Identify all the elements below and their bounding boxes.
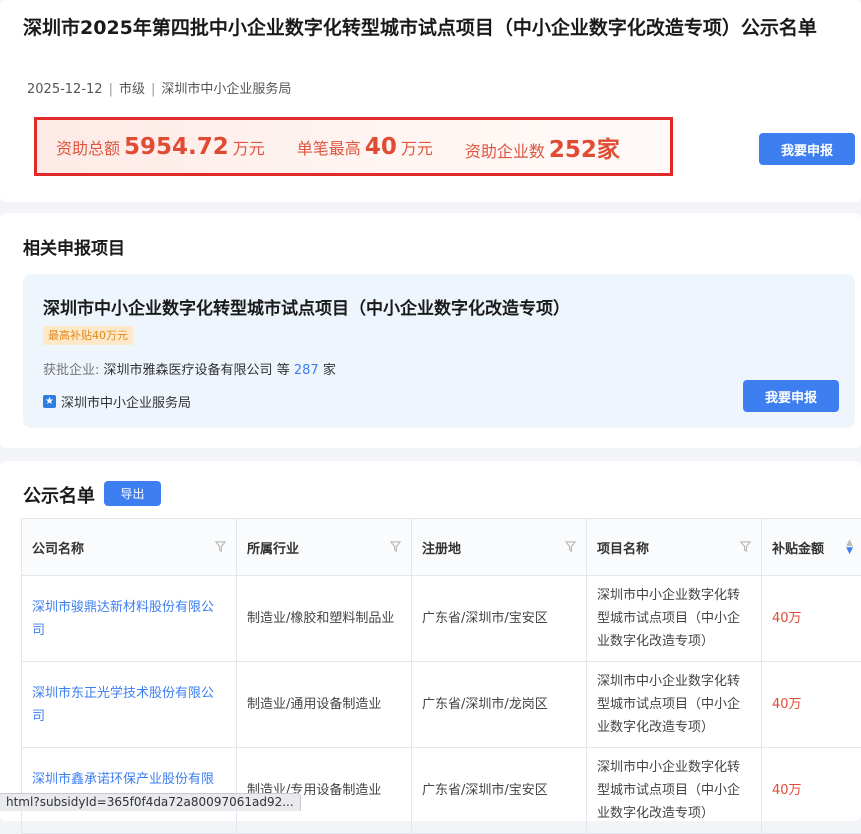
issuing-org: 深圳市中小企业服务局 (161, 82, 291, 97)
project-cell: 深圳市中小企业数字化转型城市试点项目（中小企业数字化改造专项） (587, 662, 762, 748)
filter-icon[interactable] (740, 541, 751, 552)
approved-companies: 获批企业: 深圳市雅森医疗设备有限公司 等 287 家 (43, 359, 336, 378)
column-amount[interactable]: 补贴金额 ▲▼ (762, 519, 861, 576)
related-project-card[interactable]: 深圳市中小企业数字化转型城市试点项目（中小企业数字化改造专项） 最高补贴40万元… (23, 274, 855, 428)
filter-icon[interactable] (215, 541, 226, 552)
max-subsidy-tag: 最高补贴40万元 (43, 326, 133, 345)
filter-icon[interactable] (390, 541, 401, 552)
column-location[interactable]: 注册地 (412, 519, 587, 576)
project-name[interactable]: 深圳市中小企业数字化转型城市试点项目（中小企业数字化改造专项） (43, 294, 570, 319)
location-cell: 广东省/深圳市/龙岗区 (412, 662, 587, 748)
project-cell: 深圳市中小企业数字化转型城市试点项目（中小企业数字化改造专项） (587, 576, 762, 662)
table-row: 深圳市骏鼎达新材料股份有限公司 制造业/橡胶和塑料制品业 广东省/深圳市/宝安区… (22, 576, 861, 662)
export-button[interactable]: 导出 (104, 481, 161, 506)
project-cell: 深圳市中小企业数字化转型城市试点项目（中小企业数字化改造专项） (587, 748, 762, 834)
policy-level: 市级 (119, 82, 145, 97)
table-header-row: 公司名称 所属行业 注册地 项目名称 补贴金额 ▲▼ (22, 519, 861, 576)
stat-company-count: 资助企业数 252家 (465, 130, 624, 164)
publish-date: 2025-12-12 (27, 82, 103, 97)
amount-cell: 40万 (762, 576, 861, 662)
project-apply-button[interactable]: 我要申报 (743, 380, 839, 412)
publication-table: 公司名称 所属行业 注册地 项目名称 补贴金额 ▲▼ 深圳市骏鼎达新材料股份有限… (21, 518, 861, 834)
filter-icon[interactable] (565, 541, 576, 552)
list-section-title: 公示名单 (23, 482, 95, 508)
location-cell: 广东省/深圳市/宝安区 (412, 748, 587, 834)
industry-cell: 制造业/橡胶和塑料制品业 (237, 576, 412, 662)
page-title: 深圳市2025年第四批中小企业数字化转型城市试点项目（中小企业数字化改造专项）公… (23, 16, 851, 41)
project-org: ★ 深圳市中小企业服务局 (43, 392, 191, 411)
company-link[interactable]: 深圳市骏鼎达新材料股份有限公司 (22, 576, 237, 662)
table-row: 深圳市鑫承诺环保产业股份有限公司 制造业/专用设备制造业 广东省/深圳市/宝安区… (22, 748, 861, 834)
amount-cell: 40万 (762, 662, 861, 748)
policy-meta: 2025-12-12|市级|深圳市中小企业服务局 (27, 78, 291, 97)
table-row: 深圳市东正光学技术股份有限公司 制造业/通用设备制造业 广东省/深圳市/龙岗区 … (22, 662, 861, 748)
column-project[interactable]: 项目名称 (587, 519, 762, 576)
industry-cell: 制造业/通用设备制造业 (237, 662, 412, 748)
funding-stats-box: 资助总额 5954.72 万元 单笔最高 40 万元 资助企业数 252家 (34, 117, 673, 176)
column-company[interactable]: 公司名称 (22, 519, 237, 576)
column-industry[interactable]: 所属行业 (237, 519, 412, 576)
amount-cell: 40万 (762, 748, 861, 834)
company-link[interactable]: 深圳市鑫承诺环保产业股份有限公司 (22, 748, 237, 834)
location-cell: 广东省/深圳市/宝安区 (412, 576, 587, 662)
browser-status-url: html?subsidyId=365f0f4da72a80097061ad92.… (0, 793, 301, 811)
apply-button[interactable]: 我要申报 (759, 133, 855, 165)
approved-count: 287 (294, 363, 319, 378)
stat-max-single: 单笔最高 40 万元 (297, 134, 433, 160)
stat-total-funding: 资助总额 5954.72 万元 (56, 134, 265, 160)
star-icon: ★ (43, 395, 56, 408)
sort-icon[interactable]: ▲▼ (846, 539, 853, 555)
industry-cell: 制造业/专用设备制造业 (237, 748, 412, 834)
company-link[interactable]: 深圳市东正光学技术股份有限公司 (22, 662, 237, 748)
related-section-title: 相关申报项目 (23, 234, 125, 259)
